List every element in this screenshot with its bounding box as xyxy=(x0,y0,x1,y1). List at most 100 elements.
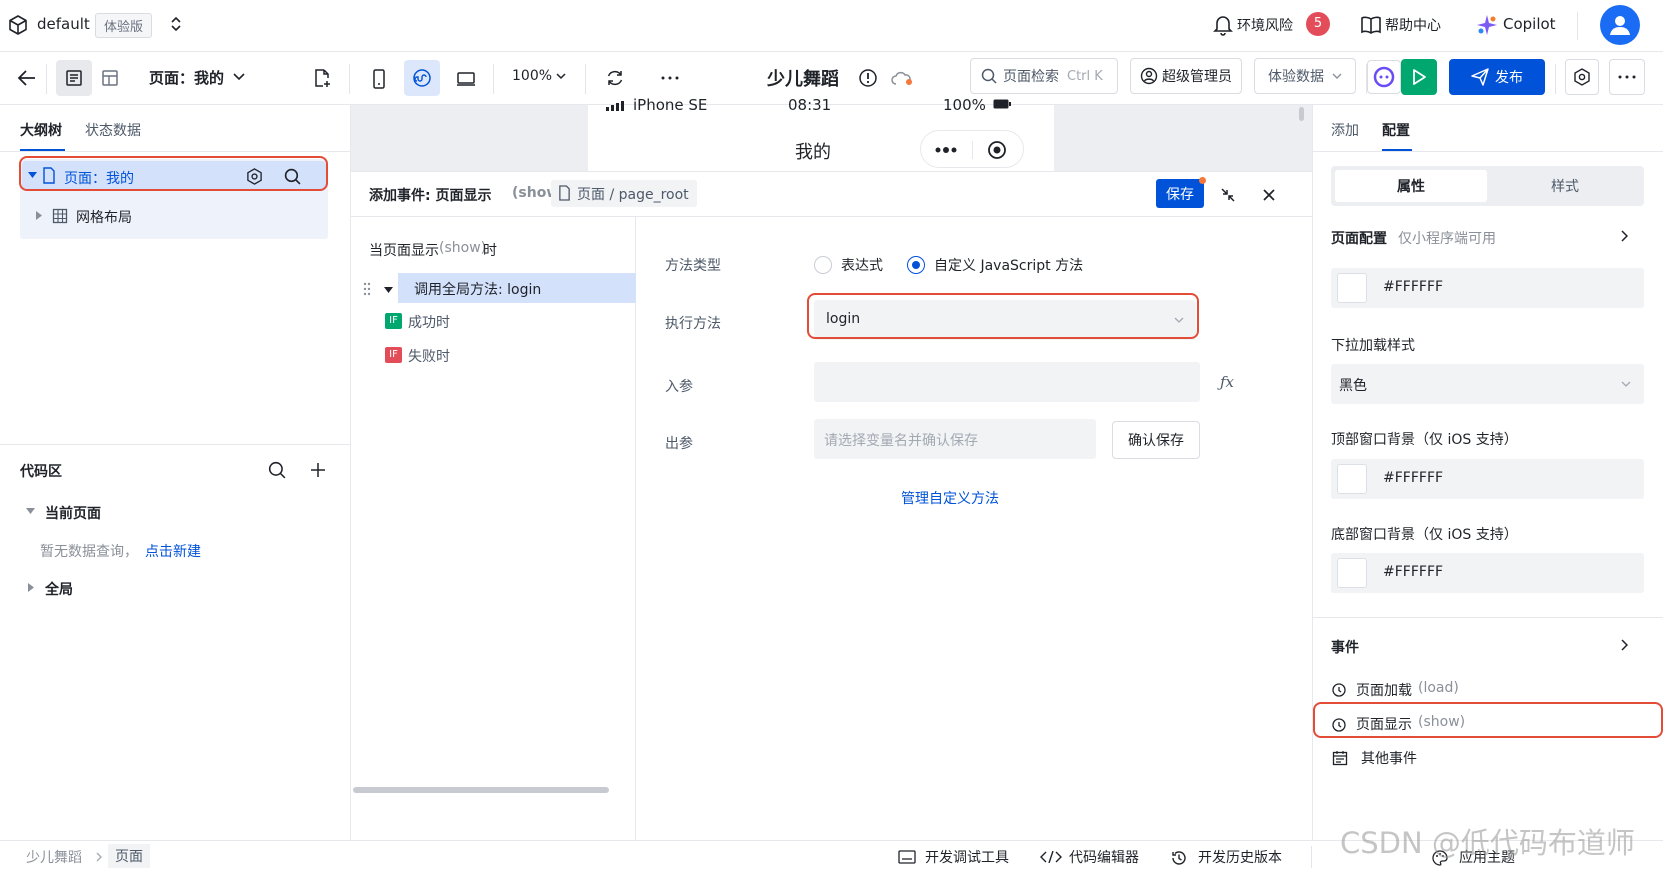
info-icon[interactable] xyxy=(858,68,878,88)
events-title[interactable]: 事件 xyxy=(1331,637,1359,657)
outline-view-icon[interactable] xyxy=(56,60,92,96)
output-param-field[interactable]: 请选择变量名并确认保存 xyxy=(814,419,1096,459)
dev-tools-button[interactable]: 开发调试工具 xyxy=(925,847,1009,867)
more-icon xyxy=(1618,75,1636,79)
segment-properties[interactable]: 属性 xyxy=(1335,170,1487,202)
page-select[interactable]: 页面：我的 xyxy=(149,67,224,88)
status-breadcrumb-page[interactable]: 页面 xyxy=(108,844,150,868)
calendar-icon xyxy=(1332,750,1348,766)
tab-outline[interactable]: 大纲树 xyxy=(20,120,62,140)
color-swatch[interactable] xyxy=(1337,273,1367,303)
current-page-group[interactable]: 当前页面 xyxy=(45,503,101,523)
radio-expression[interactable] xyxy=(814,256,832,274)
confirm-save-button[interactable]: 确认保存 xyxy=(1112,421,1200,459)
color-swatch[interactable] xyxy=(1337,464,1367,494)
phone-battery: 100% xyxy=(943,96,986,114)
risk-count-badge: 5 xyxy=(1306,12,1330,36)
desktop-preview-icon[interactable] xyxy=(453,66,479,92)
help-center-link[interactable]: 帮助中心 xyxy=(1385,15,1441,35)
env-name[interactable]: default xyxy=(37,15,90,33)
more-icon[interactable] xyxy=(660,76,680,80)
history-button[interactable]: 开发历史版本 xyxy=(1198,847,1282,867)
tab-state-data[interactable]: 状态数据 xyxy=(85,120,141,140)
add-page-icon[interactable] xyxy=(312,68,332,88)
super-admin-button[interactable]: 超级管理员 xyxy=(1130,58,1242,94)
miniprogram-preview-icon[interactable] xyxy=(404,60,440,96)
tab-add[interactable]: 添加 xyxy=(1331,120,1359,140)
copilot-link[interactable]: Copilot xyxy=(1503,15,1556,33)
copilot-button[interactable] xyxy=(1367,60,1401,94)
cloud-sync-icon xyxy=(890,70,914,86)
data-select-label: 体验数据 xyxy=(1268,69,1324,85)
top-bg-color-field[interactable]: #FFFFFF xyxy=(1331,459,1644,499)
page-config-label[interactable]: 页面配置 xyxy=(1331,228,1387,248)
page-search-button[interactable]: 页面检索 Ctrl K xyxy=(970,58,1118,94)
gear-icon xyxy=(1573,68,1591,86)
close-icon[interactable] xyxy=(1262,188,1276,202)
bell-icon[interactable] xyxy=(1213,14,1233,36)
chevron-right-icon[interactable] xyxy=(1621,639,1628,651)
caret-right-icon[interactable] xyxy=(28,583,34,592)
code-editor-button[interactable]: 代码编辑器 xyxy=(1069,847,1139,867)
search-icon[interactable] xyxy=(268,461,286,479)
fail-branch[interactable]: 失败时 xyxy=(408,346,450,366)
chevron-down-icon[interactable] xyxy=(556,73,566,80)
grid-icon xyxy=(52,208,68,224)
tree-node-grid[interactable]: 网格布局 xyxy=(22,201,326,231)
success-branch[interactable]: 成功时 xyxy=(408,312,450,332)
chevron-down-icon[interactable] xyxy=(233,73,245,81)
canvas-scrollbar[interactable] xyxy=(1299,107,1304,121)
publish-label: 发布 xyxy=(1495,70,1523,86)
env-risk-label[interactable]: 环境风险 xyxy=(1237,15,1293,35)
event-load-suffix: (load) xyxy=(1418,680,1459,696)
data-source-select[interactable]: 体验数据 xyxy=(1254,58,1356,94)
manage-methods-link[interactable]: 管理自定义方法 xyxy=(901,488,999,508)
radio-expression-label: 表达式 xyxy=(841,258,883,274)
page-bg-color-field[interactable]: #FFFFFF xyxy=(1331,268,1644,308)
pull-style-select[interactable]: 黑色 xyxy=(1331,364,1644,404)
history-icon xyxy=(1171,850,1187,866)
radio-custom-js[interactable] xyxy=(907,256,925,274)
caret-down-icon[interactable] xyxy=(384,287,393,294)
event-load[interactable]: 页面加载 xyxy=(1356,680,1412,700)
mobile-preview-icon[interactable] xyxy=(366,66,392,92)
caret-right-icon[interactable] xyxy=(36,211,42,220)
top-bg-label: 顶部窗口背景（仅 iOS 支持） xyxy=(1331,432,1518,448)
tab-config[interactable]: 配置 xyxy=(1382,120,1410,140)
more-button[interactable] xyxy=(1609,59,1645,95)
zoom-select[interactable]: 100% xyxy=(512,68,552,84)
segment-styles[interactable]: 样式 xyxy=(1489,170,1641,202)
save-button[interactable]: 保存 xyxy=(1156,179,1204,208)
global-group[interactable]: 全局 xyxy=(45,579,73,599)
app-title: 少儿舞蹈 xyxy=(767,69,839,90)
run-preview-button[interactable] xyxy=(1401,59,1437,95)
input-param-field[interactable] xyxy=(814,362,1200,402)
battery-icon xyxy=(993,99,1011,109)
collapse-icon[interactable] xyxy=(1220,187,1236,203)
top-bar: default 体验版 环境风险 5 帮助中心 Copilot xyxy=(0,0,1663,52)
avatar[interactable] xyxy=(1600,5,1640,45)
color-swatch[interactable] xyxy=(1337,558,1367,588)
search-icon xyxy=(981,68,997,84)
action-item-call-login[interactable]: 调用全局方法: login xyxy=(398,273,636,303)
divider xyxy=(0,151,350,152)
layout-view-icon[interactable] xyxy=(92,60,128,96)
add-icon[interactable] xyxy=(310,462,326,478)
switch-env-icon[interactable] xyxy=(170,16,182,32)
settings-button[interactable] xyxy=(1565,59,1599,95)
publish-button[interactable]: 发布 xyxy=(1449,59,1545,95)
create-query-link[interactable]: 点击新建 xyxy=(145,541,201,561)
event-other[interactable]: 其他事件 xyxy=(1361,748,1417,768)
drag-handle-icon[interactable] xyxy=(363,282,371,296)
caret-down-icon[interactable] xyxy=(26,508,35,515)
formula-fx-icon[interactable]: ƒx xyxy=(1220,373,1234,391)
divider xyxy=(1311,846,1312,868)
back-arrow-icon[interactable] xyxy=(17,69,37,87)
horizontal-scrollbar[interactable] xyxy=(353,787,609,793)
refresh-icon[interactable] xyxy=(605,68,625,88)
status-breadcrumb-app[interactable]: 少儿舞蹈 xyxy=(26,847,82,867)
signal-icon xyxy=(606,101,626,111)
chevron-right-icon[interactable] xyxy=(1621,230,1628,242)
devtools-icon xyxy=(898,850,916,864)
bottom-bg-color-field[interactable]: #FFFFFF xyxy=(1331,553,1644,593)
